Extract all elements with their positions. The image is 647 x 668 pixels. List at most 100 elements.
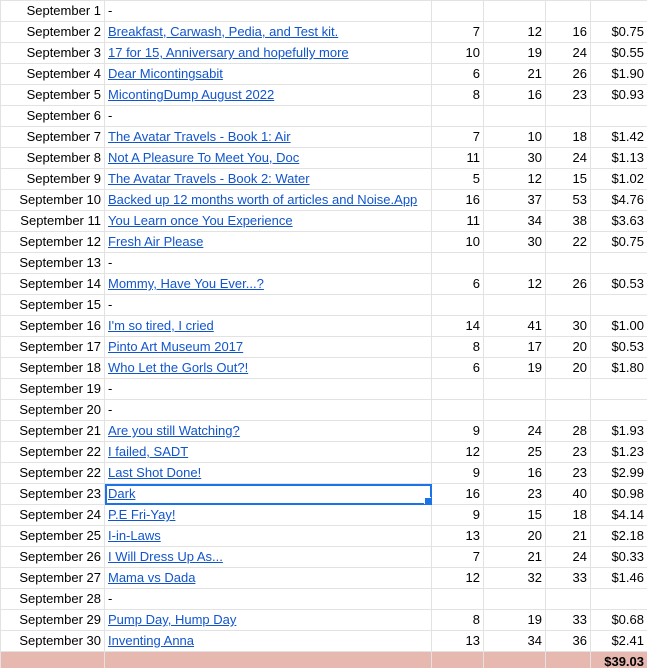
- count-cell-2[interactable]: 23: [483, 483, 546, 505]
- count-cell-1[interactable]: 6: [431, 63, 484, 85]
- count-cell-2[interactable]: 21: [483, 63, 546, 85]
- title-cell[interactable]: The Avatar Travels - Book 1: Air: [104, 126, 432, 148]
- date-cell[interactable]: September 21: [0, 420, 105, 442]
- count-cell-3[interactable]: [545, 105, 591, 127]
- count-cell-2[interactable]: [483, 105, 546, 127]
- count-cell-1[interactable]: 5: [431, 168, 484, 190]
- date-cell[interactable]: September 27: [0, 567, 105, 589]
- date-cell[interactable]: September 30: [0, 630, 105, 652]
- date-cell[interactable]: September 22: [0, 462, 105, 484]
- count-cell-1[interactable]: 13: [431, 525, 484, 547]
- count-cell-3[interactable]: 15: [545, 168, 591, 190]
- amount-cell[interactable]: [590, 399, 647, 421]
- title-cell[interactable]: Breakfast, Carwash, Pedia, and Test kit.: [104, 21, 432, 43]
- article-link[interactable]: Dear Micontingsabit: [108, 66, 223, 81]
- count-cell-3[interactable]: 24: [545, 546, 591, 568]
- count-cell-2[interactable]: 19: [483, 609, 546, 631]
- article-link[interactable]: Pump Day, Hump Day: [108, 612, 236, 627]
- title-cell[interactable]: Pinto Art Museum 2017: [104, 336, 432, 358]
- count-cell-2[interactable]: 12: [483, 21, 546, 43]
- count-cell-1[interactable]: [431, 252, 484, 274]
- date-cell[interactable]: September 23: [0, 483, 105, 505]
- count-cell-2[interactable]: 30: [483, 147, 546, 169]
- count-cell-3[interactable]: 26: [545, 63, 591, 85]
- title-cell[interactable]: Inventing Anna: [104, 630, 432, 652]
- amount-cell[interactable]: $1.80: [590, 357, 647, 379]
- date-cell[interactable]: September 10: [0, 189, 105, 211]
- article-link[interactable]: Are you still Watching?: [108, 423, 240, 438]
- date-cell[interactable]: September 6: [0, 105, 105, 127]
- date-cell[interactable]: September 18: [0, 357, 105, 379]
- amount-cell[interactable]: $2.41: [590, 630, 647, 652]
- amount-cell[interactable]: $1.13: [590, 147, 647, 169]
- count-cell-3[interactable]: 21: [545, 525, 591, 547]
- count-cell-2[interactable]: 32: [483, 567, 546, 589]
- count-cell-1[interactable]: 8: [431, 336, 484, 358]
- amount-cell[interactable]: [590, 252, 647, 274]
- amount-cell[interactable]: [590, 294, 647, 316]
- count-cell-1[interactable]: 10: [431, 42, 484, 64]
- count-cell-3[interactable]: 38: [545, 210, 591, 232]
- date-cell[interactable]: September 4: [0, 63, 105, 85]
- article-link[interactable]: Last Shot Done!: [108, 465, 201, 480]
- title-cell[interactable]: Dear Micontingsabit: [104, 63, 432, 85]
- count-cell-1[interactable]: 13: [431, 630, 484, 652]
- count-cell-3[interactable]: [545, 0, 591, 22]
- count-cell-3[interactable]: 36: [545, 630, 591, 652]
- count-cell-1[interactable]: 9: [431, 504, 484, 526]
- title-cell[interactable]: Backed up 12 months worth of articles an…: [104, 189, 432, 211]
- count-cell-1[interactable]: 16: [431, 483, 484, 505]
- total-empty-cell[interactable]: [104, 651, 432, 668]
- amount-cell[interactable]: $1.02: [590, 168, 647, 190]
- count-cell-3[interactable]: 40: [545, 483, 591, 505]
- count-cell-2[interactable]: 12: [483, 273, 546, 295]
- count-cell-1[interactable]: 12: [431, 567, 484, 589]
- article-link[interactable]: Fresh Air Please: [108, 234, 203, 249]
- title-cell[interactable]: -: [104, 105, 432, 127]
- amount-cell[interactable]: $0.55: [590, 42, 647, 64]
- article-link[interactable]: MicontingDump August 2022: [108, 87, 274, 102]
- title-cell[interactable]: -: [104, 294, 432, 316]
- title-cell[interactable]: -: [104, 588, 432, 610]
- amount-cell[interactable]: [590, 105, 647, 127]
- title-cell[interactable]: P.E Fri-Yay!: [104, 504, 432, 526]
- article-link[interactable]: Mama vs Dada: [108, 570, 195, 585]
- article-link[interactable]: Inventing Anna: [108, 633, 194, 648]
- title-cell[interactable]: Mama vs Dada: [104, 567, 432, 589]
- article-link[interactable]: 17 for 15, Anniversary and hopefully mor…: [108, 45, 349, 60]
- count-cell-1[interactable]: 12: [431, 441, 484, 463]
- article-link[interactable]: I Will Dress Up As...: [108, 549, 223, 564]
- count-cell-3[interactable]: 20: [545, 357, 591, 379]
- count-cell-3[interactable]: [545, 588, 591, 610]
- date-cell[interactable]: September 7: [0, 126, 105, 148]
- amount-cell[interactable]: $0.53: [590, 273, 647, 295]
- date-cell[interactable]: September 5: [0, 84, 105, 106]
- date-cell[interactable]: September 8: [0, 147, 105, 169]
- date-cell[interactable]: September 25: [0, 525, 105, 547]
- count-cell-3[interactable]: 23: [545, 462, 591, 484]
- title-cell[interactable]: Pump Day, Hump Day: [104, 609, 432, 631]
- date-cell[interactable]: September 14: [0, 273, 105, 295]
- count-cell-2[interactable]: 34: [483, 630, 546, 652]
- count-cell-1[interactable]: 7: [431, 126, 484, 148]
- article-link[interactable]: P.E Fri-Yay!: [108, 507, 175, 522]
- title-cell[interactable]: I Will Dress Up As...: [104, 546, 432, 568]
- title-cell[interactable]: I failed, SADT: [104, 441, 432, 463]
- count-cell-1[interactable]: 9: [431, 462, 484, 484]
- amount-cell[interactable]: $1.23: [590, 441, 647, 463]
- count-cell-2[interactable]: 16: [483, 462, 546, 484]
- count-cell-1[interactable]: 8: [431, 609, 484, 631]
- count-cell-3[interactable]: 22: [545, 231, 591, 253]
- count-cell-3[interactable]: 53: [545, 189, 591, 211]
- count-cell-1[interactable]: [431, 105, 484, 127]
- amount-cell[interactable]: $0.98: [590, 483, 647, 505]
- amount-cell[interactable]: [590, 0, 647, 22]
- date-cell[interactable]: September 16: [0, 315, 105, 337]
- amount-cell[interactable]: $1.46: [590, 567, 647, 589]
- date-cell[interactable]: September 29: [0, 609, 105, 631]
- count-cell-3[interactable]: 23: [545, 84, 591, 106]
- count-cell-2[interactable]: 19: [483, 42, 546, 64]
- count-cell-1[interactable]: [431, 378, 484, 400]
- date-cell[interactable]: September 15: [0, 294, 105, 316]
- count-cell-2[interactable]: [483, 0, 546, 22]
